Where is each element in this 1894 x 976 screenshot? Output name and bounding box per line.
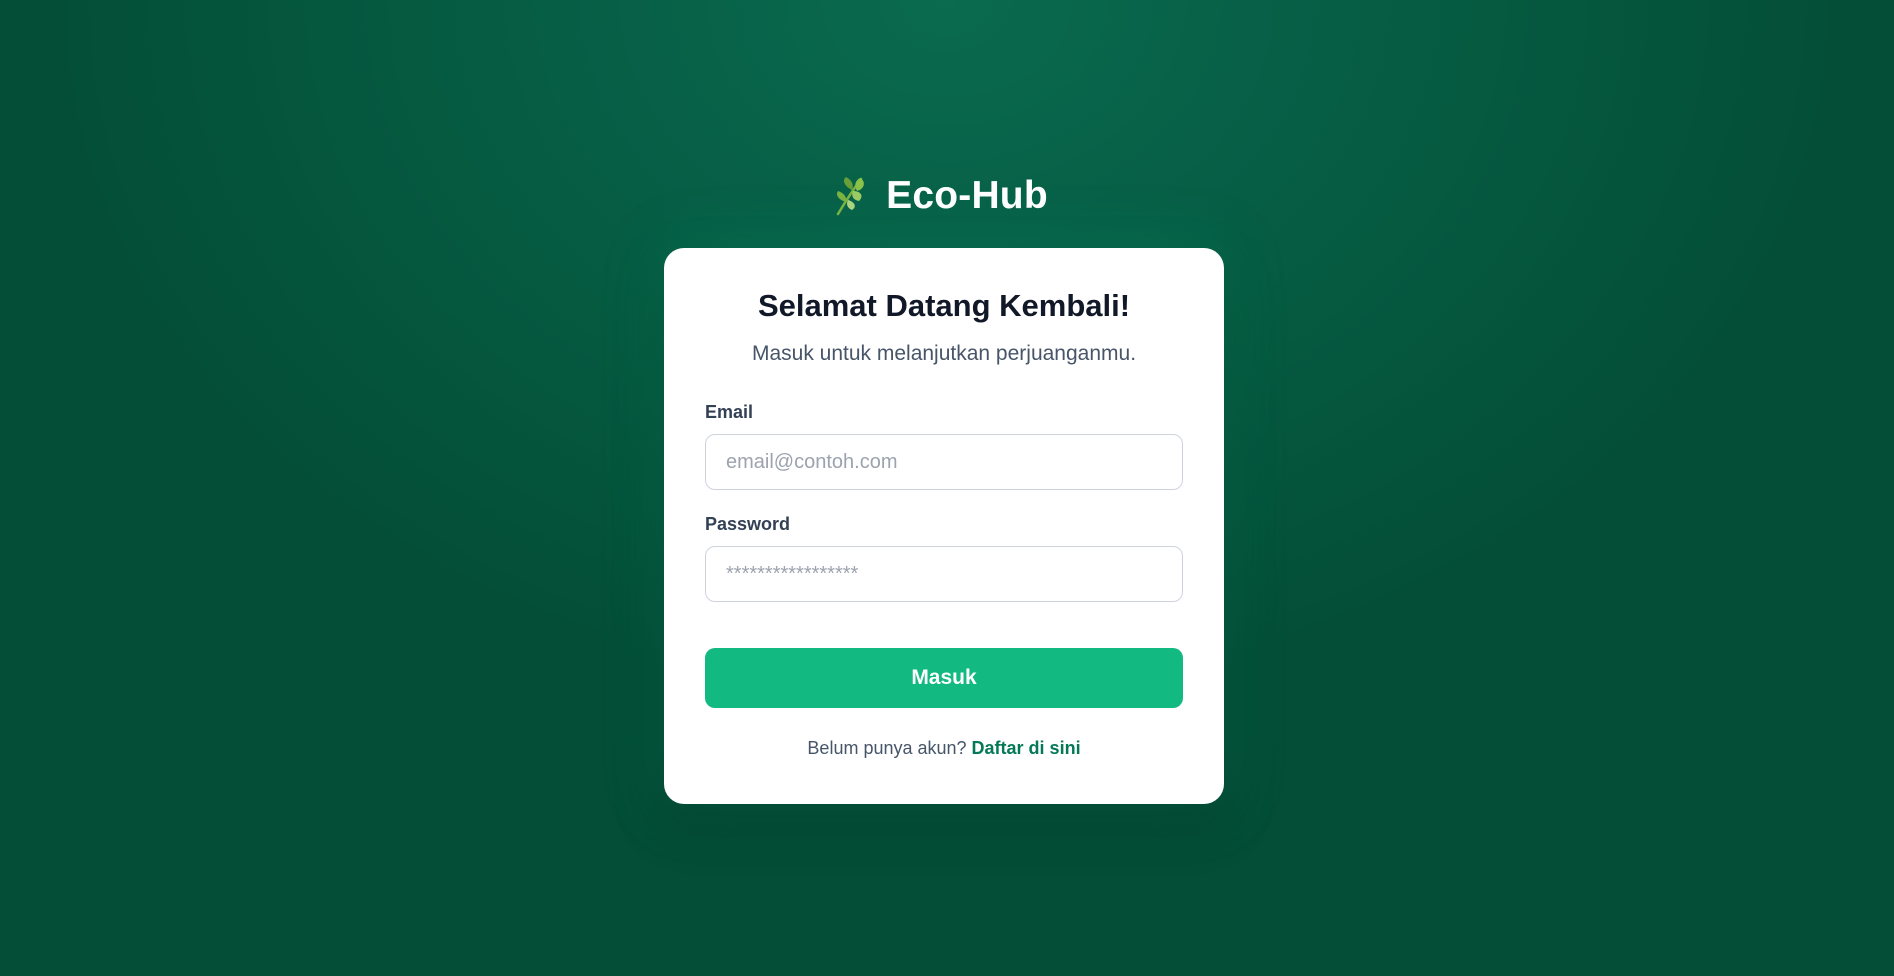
brand-name: Eco-Hub <box>886 174 1048 217</box>
signup-prompt-text: Belum punya akun? <box>807 738 967 758</box>
login-button[interactable]: Masuk <box>705 648 1183 708</box>
password-label: Password <box>705 514 791 534</box>
login-card: Selamat Datang Kembali! Masuk untuk mela… <box>664 248 1224 804</box>
signup-link[interactable]: Daftar di sini <box>972 738 1081 758</box>
email-label: Email <box>705 402 754 422</box>
password-field[interactable] <box>705 546 1183 602</box>
email-field[interactable] <box>705 434 1183 490</box>
page-title: Selamat Datang Kembali! <box>757 288 1131 323</box>
leaf-sprout-icon <box>830 174 870 218</box>
signup-prompt-row: Belum punya akun? Daftar di sini <box>664 738 1224 759</box>
page-subtitle: Masuk untuk melanjutkan perjuanganmu. <box>751 342 1137 365</box>
brand-header: Eco-Hub <box>0 168 1894 224</box>
